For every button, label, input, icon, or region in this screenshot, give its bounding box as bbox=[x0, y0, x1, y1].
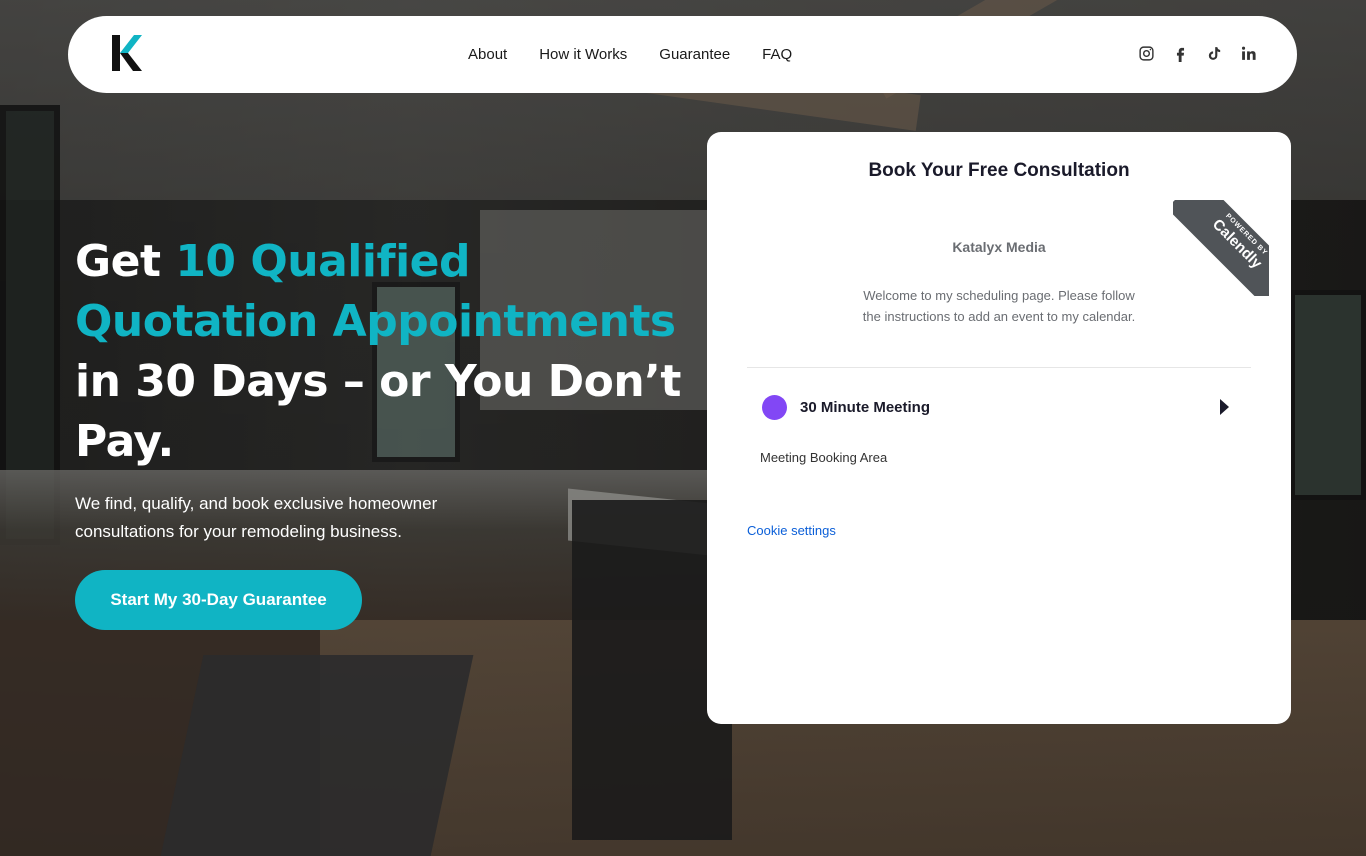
headline-part-1: Get bbox=[75, 236, 176, 287]
cookie-settings-link[interactable]: Cookie settings bbox=[747, 523, 836, 538]
social-links bbox=[1137, 44, 1257, 62]
event-name: 30 Minute Meeting bbox=[800, 399, 931, 416]
hero-subtitle: We find, qualify, and book exclusive hom… bbox=[75, 494, 438, 541]
nav-link-guarantee[interactable]: Guarantee bbox=[659, 46, 730, 63]
booking-title: Book Your Free Consultation bbox=[868, 160, 1130, 181]
booking-card: Book Your Free Consultation POWERED BY C… bbox=[707, 132, 1291, 724]
nav-links: About How it Works Guarantee FAQ bbox=[468, 16, 792, 93]
linkedin-icon[interactable] bbox=[1239, 44, 1257, 62]
nav-link-how-it-works[interactable]: How it Works bbox=[539, 46, 627, 63]
play-arrow-icon bbox=[1220, 399, 1229, 415]
event-type-30-minute-meeting[interactable]: 30 Minute Meeting bbox=[747, 388, 1251, 428]
instagram-icon[interactable] bbox=[1137, 44, 1155, 62]
top-navbar: About How it Works Guarantee FAQ bbox=[68, 16, 1297, 93]
welcome-message: Welcome to my scheduling page. Please fo… bbox=[862, 288, 1136, 324]
tiktok-icon[interactable] bbox=[1205, 44, 1223, 62]
hero-headline: Get 10 Qualified Quotation Appointments … bbox=[75, 232, 695, 472]
katalyx-logo-icon[interactable] bbox=[112, 35, 142, 71]
divider bbox=[747, 367, 1251, 368]
booking-area-label: Meeting Booking Area bbox=[760, 450, 888, 465]
nav-link-faq[interactable]: FAQ bbox=[762, 46, 792, 63]
nav-link-about[interactable]: About bbox=[468, 46, 507, 63]
facebook-icon[interactable] bbox=[1171, 44, 1189, 62]
event-color-dot bbox=[762, 395, 787, 420]
headline-part-2: in 30 Days – or You Don’t Pay. bbox=[75, 356, 681, 467]
organization-name: Katalyx Media bbox=[952, 239, 1046, 255]
start-guarantee-button[interactable]: Start My 30-Day Guarantee bbox=[75, 570, 362, 630]
